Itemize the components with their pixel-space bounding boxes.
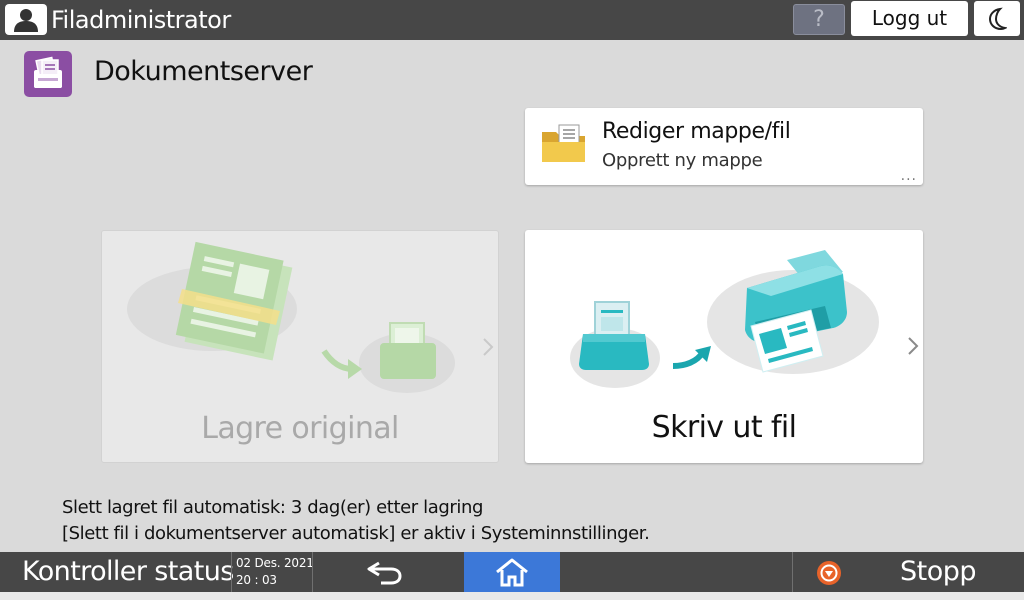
check-status-button[interactable]: Kontroller status [22,552,234,592]
document-server-icon [24,51,72,97]
divider [231,552,232,592]
top-bar: Filadministrator ? Logg ut [0,0,1024,40]
folder-icon [542,124,585,162]
user-role-label: Filadministrator [51,6,231,34]
chevron-right-icon [483,338,494,356]
date-display: 02 Des. 2021 [236,556,314,570]
page-title: Dokumentserver [94,56,313,87]
stop-icon [817,561,841,585]
print-file-button[interactable]: Skriv ut fil [525,230,923,463]
folder-card-title: Rediger mappe/fil [602,119,791,144]
more-options-icon: ... [900,168,917,184]
edit-folder-file-button[interactable]: Rediger mappe/fil Opprett ny mappe ... [525,108,923,185]
moon-icon [988,7,1007,31]
help-button[interactable]: ? [793,4,845,35]
divider [312,552,313,592]
store-original-button[interactable]: Lagre original [101,230,499,463]
bottom-strip [0,592,1024,600]
home-icon [496,558,528,587]
chevron-right-icon [908,337,919,355]
divider [792,552,793,592]
folder-card-subtitle: Opprett ny mappe [602,150,763,171]
back-arrow-icon [367,561,402,585]
energy-saver-button[interactable] [974,1,1020,36]
stop-button[interactable]: Stopp [900,552,977,592]
auto-delete-info: Slett lagret fil automatisk: 3 dag(er) e… [62,497,484,518]
user-icon[interactable] [5,4,47,35]
store-original-illustration [127,241,455,393]
back-button[interactable] [365,557,405,587]
home-button[interactable] [464,552,560,592]
auto-delete-setting-info: [Slett fil i dokumentserver automatisk] … [62,523,650,544]
store-original-label: Lagre original [201,411,399,446]
logout-button[interactable]: Logg ut [851,1,968,36]
print-file-illustration [570,250,879,388]
time-display: 20 : 03 [236,573,277,587]
print-file-label: Skriv ut fil [651,410,797,445]
